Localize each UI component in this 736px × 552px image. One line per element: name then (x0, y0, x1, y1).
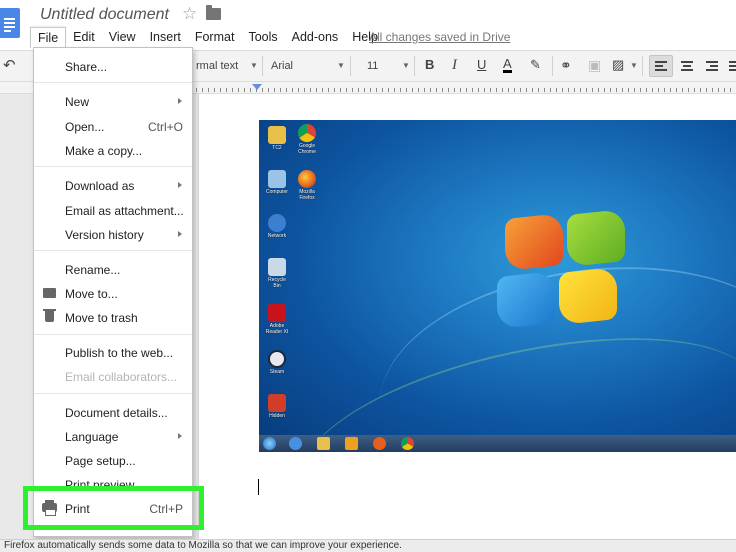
menu-insert[interactable]: Insert (143, 27, 188, 47)
document-page[interactable]: TC2 Google Chrome Computer Mozilla Firef… (198, 94, 736, 540)
document-title[interactable]: Untitled document (40, 6, 169, 24)
menu-share[interactable]: Share... (34, 55, 192, 77)
explorer-icon[interactable] (317, 437, 330, 450)
justify-icon[interactable] (729, 61, 736, 71)
font-size-dropdown[interactable]: 11 (367, 60, 378, 72)
menu-addons[interactable]: Add-ons (285, 27, 346, 47)
header: Untitled document ☆ File Edit View Inser… (0, 0, 736, 50)
notification-bar: Firefox automatically sends some data to… (0, 539, 736, 552)
embedded-desktop-image[interactable]: TC2 Google Chrome Computer Mozilla Firef… (259, 120, 736, 452)
link-icon[interactable]: ⚭ (560, 57, 572, 74)
undo-icon[interactable]: ↶ (3, 56, 16, 74)
font-dropdown[interactable]: Arial (271, 60, 293, 72)
menu-move-to[interactable]: Move to... (34, 282, 192, 304)
menu-move-to-trash[interactable]: Move to trash (34, 306, 192, 328)
style-dropdown[interactable]: rmal text (196, 60, 238, 72)
star-icon[interactable]: ☆ (182, 4, 197, 24)
align-center-icon[interactable] (681, 61, 693, 71)
folder-icon[interactable] (206, 5, 221, 20)
menu-file[interactable]: File (30, 26, 67, 48)
start-button-icon[interactable] (263, 437, 276, 450)
firefox-taskbar-icon[interactable] (373, 437, 386, 450)
menu-language[interactable]: Language (34, 425, 192, 447)
desktop-icon-recycle-bin[interactable]: Recycle Bin (265, 258, 289, 289)
menu-format[interactable]: Format (188, 27, 242, 47)
text-cursor (258, 479, 259, 495)
image-icon[interactable]: ▨ (612, 57, 624, 73)
desktop-icon-folder[interactable]: TC2 (265, 126, 289, 151)
print-highlight-box (23, 486, 204, 530)
chevron-down-icon: ▼ (402, 61, 410, 70)
desktop-icon-firefox[interactable]: Mozilla Firefox (295, 170, 319, 201)
menu-open[interactable]: Open... Ctrl+O (34, 115, 192, 137)
folder-icon (43, 288, 56, 298)
taskbar (259, 435, 736, 452)
chevron-down-icon: ▼ (250, 61, 258, 70)
windows-logo-icon (491, 208, 631, 346)
italic-button[interactable]: I (452, 57, 457, 74)
media-player-icon[interactable] (345, 437, 358, 450)
bold-button[interactable]: B (425, 57, 434, 72)
chevron-right-icon (178, 231, 182, 237)
docs-logo-icon[interactable] (0, 8, 20, 38)
menu-view[interactable]: View (102, 27, 143, 47)
text-color-button[interactable]: A (503, 57, 512, 73)
menu-tools[interactable]: Tools (241, 27, 284, 47)
desktop-icon-computer[interactable]: Computer (265, 170, 289, 195)
menu-download-as[interactable]: Download as (34, 174, 192, 196)
menu-version-history[interactable]: Version history (34, 223, 192, 245)
menu-document-details[interactable]: Document details... (34, 401, 192, 423)
menu-page-setup[interactable]: Page setup... (34, 449, 192, 471)
file-menu: Share... New Open... Ctrl+O Make a copy..… (33, 47, 193, 537)
align-right-icon[interactable] (706, 61, 718, 71)
trash-icon (43, 309, 56, 322)
chevron-right-icon (178, 433, 182, 439)
menu-email-attachment[interactable]: Email as attachment... (34, 199, 192, 221)
desktop-icon-chrome[interactable]: Google Chrome (295, 124, 319, 155)
desktop-icon-app[interactable]: Hidden (265, 394, 289, 419)
desktop-icon-steam[interactable]: Steam (265, 350, 289, 375)
underline-button[interactable]: U (477, 57, 486, 72)
comment-icon[interactable]: ▣ (588, 57, 601, 74)
chevron-right-icon (178, 98, 182, 104)
menu-new[interactable]: New (34, 90, 192, 112)
indent-marker-icon[interactable] (252, 84, 262, 90)
menu-publish-web[interactable]: Publish to the web... (34, 341, 192, 363)
desktop-icon-adobe-reader[interactable]: Adobe Reader XI (265, 304, 289, 335)
menubar: File Edit View Insert Format Tools Add-o… (30, 26, 385, 48)
save-status-link[interactable]: All changes saved in Drive (369, 30, 510, 44)
ruler-ticks (190, 88, 736, 92)
chrome-taskbar-icon[interactable] (401, 437, 414, 450)
highlight-icon[interactable]: ✎ (530, 57, 541, 73)
menu-print-preview[interactable]: Print preview (34, 473, 192, 487)
menu-email-collaborators: Email collaborators... (65, 370, 178, 384)
desktop-icon-network[interactable]: Network (265, 214, 289, 239)
chevron-right-icon (178, 182, 182, 188)
chevron-down-icon: ▼ (337, 61, 345, 70)
menu-edit[interactable]: Edit (66, 27, 102, 47)
menu-make-copy[interactable]: Make a copy... (34, 139, 192, 161)
menu-rename[interactable]: Rename... (34, 258, 192, 280)
align-left-button[interactable] (649, 55, 673, 77)
chevron-down-icon: ▼ (630, 61, 638, 70)
ie-icon[interactable] (289, 437, 302, 450)
